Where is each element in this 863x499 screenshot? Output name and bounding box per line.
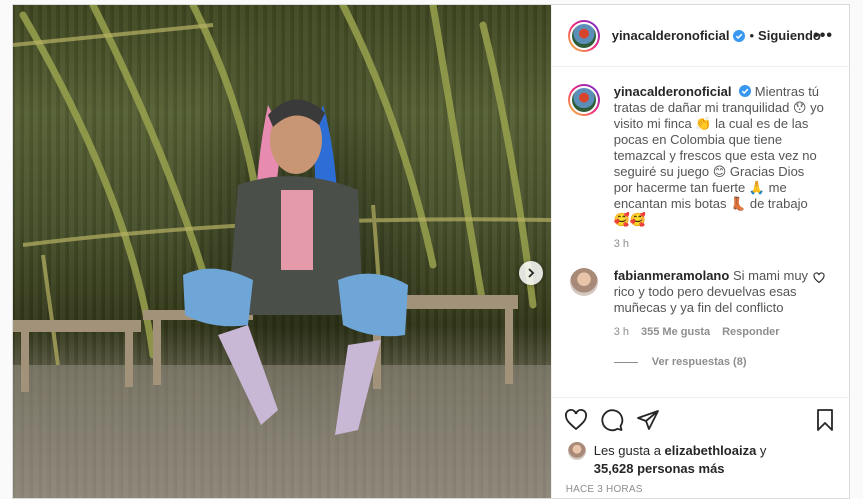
comment-likes[interactable]: 355 Me gusta bbox=[641, 324, 710, 340]
commenter-avatar[interactable] bbox=[569, 268, 598, 296]
reply-button[interactable]: Responder bbox=[722, 324, 779, 340]
comment-item: fabianmeramolano Si mami muy rico y todo… bbox=[568, 268, 833, 340]
caption: yinacalderonoficial Mientras tú tratas d… bbox=[567, 84, 833, 252]
author-username[interactable]: yinacalderonoficial bbox=[612, 28, 730, 43]
posted-time[interactable]: HACE 3 HORAS bbox=[566, 484, 837, 495]
share-paper-plane-icon[interactable] bbox=[636, 408, 660, 432]
view-replies-button[interactable]: Ver respuestas (8) bbox=[613, 356, 833, 368]
post-sidebar: yinacalderonoficial • Siguiendo ••• yina… bbox=[550, 5, 849, 498]
comments-section: yinacalderonoficial Mientras tú tratas d… bbox=[552, 68, 849, 395]
liker-username[interactable]: elizabethloaiza bbox=[665, 443, 757, 458]
post-photo[interactable] bbox=[13, 5, 551, 498]
likes-count[interactable]: 35,628 personas más bbox=[594, 461, 725, 476]
caption-text: Mientras tú tratas de dañar mi tranquili… bbox=[613, 84, 824, 227]
verified-badge-icon bbox=[739, 85, 752, 97]
following-button[interactable]: Siguiendo bbox=[758, 28, 821, 43]
more-options-icon[interactable]: ••• bbox=[813, 27, 833, 45]
caption-avatar[interactable] bbox=[567, 84, 600, 116]
photo-scene bbox=[13, 5, 551, 498]
likes-connector: y bbox=[756, 443, 767, 458]
replies-divider bbox=[613, 361, 638, 363]
likes-summary: Les gusta a elizabethloaiza y 35,628 per… bbox=[564, 442, 837, 478]
post-dialog: yinacalderonoficial • Siguiendo ••• yina… bbox=[12, 4, 850, 499]
like-heart-icon[interactable] bbox=[564, 408, 588, 432]
separator-dot: • bbox=[749, 28, 755, 43]
verified-badge-icon bbox=[733, 29, 746, 42]
liker-avatar[interactable] bbox=[567, 442, 586, 460]
next-photo-button[interactable] bbox=[519, 261, 543, 285]
author-avatar[interactable] bbox=[567, 19, 600, 52]
save-bookmark-icon[interactable] bbox=[813, 408, 837, 432]
view-replies-label: Ver respuestas (8) bbox=[651, 356, 747, 368]
likes-prefix: Les gusta a bbox=[593, 443, 665, 458]
comment-bubble-icon[interactable] bbox=[600, 408, 624, 432]
like-comment-heart-icon[interactable] bbox=[813, 272, 825, 284]
comment-time[interactable]: 3 h bbox=[614, 324, 629, 340]
post-header: yinacalderonoficial • Siguiendo ••• bbox=[551, 5, 849, 67]
caption-time[interactable]: 3 h bbox=[614, 236, 826, 252]
caption-username[interactable]: yinacalderonoficial bbox=[614, 84, 732, 99]
comment-username[interactable]: fabianmeramolano bbox=[614, 268, 730, 283]
chevron-right-icon bbox=[528, 268, 535, 278]
post-actions: Les gusta a elizabethloaiza y 35,628 per… bbox=[551, 397, 849, 495]
